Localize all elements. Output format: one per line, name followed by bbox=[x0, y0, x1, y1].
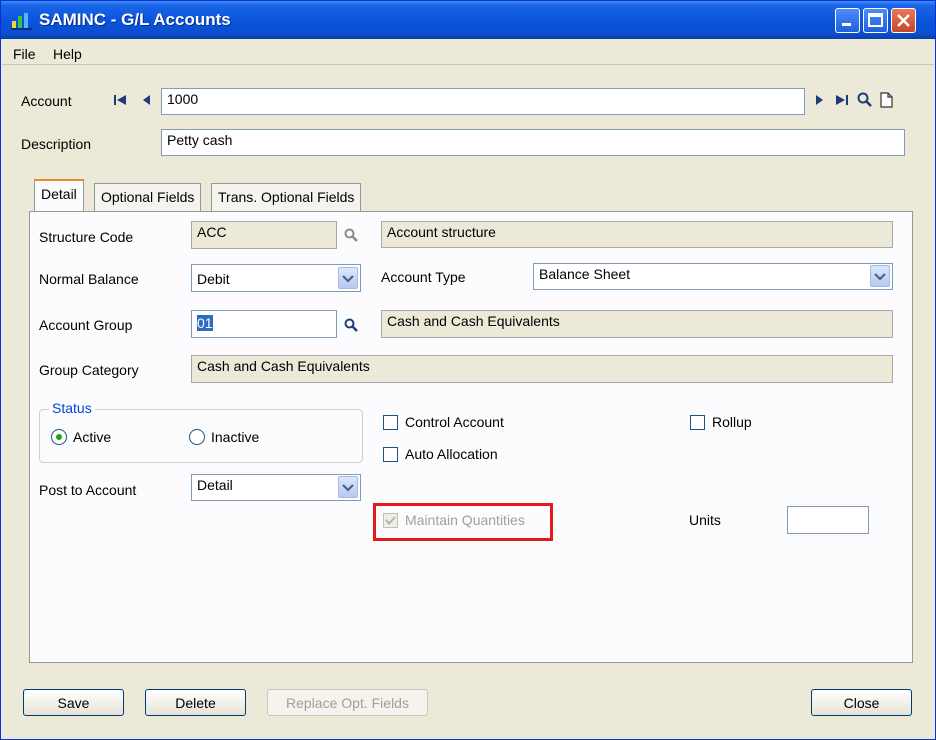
rollup-checkbox[interactable] bbox=[690, 415, 705, 430]
auto-allocation-checkbox[interactable] bbox=[383, 447, 398, 462]
status-inactive-radio[interactable] bbox=[189, 429, 205, 445]
menu-help[interactable]: Help bbox=[53, 46, 82, 62]
account-type-select[interactable]: Balance Sheet bbox=[533, 263, 893, 290]
account-group-input[interactable]: 01 bbox=[191, 310, 337, 338]
menu-file[interactable]: File bbox=[13, 46, 36, 62]
post-to-account-dropdown[interactable] bbox=[338, 476, 358, 498]
description-label: Description bbox=[21, 136, 92, 152]
new-record-icon[interactable] bbox=[879, 92, 893, 111]
group-category-field: Cash and Cash Equivalents bbox=[191, 355, 893, 383]
account-group-description-field: Cash and Cash Equivalents bbox=[381, 310, 893, 338]
delete-button[interactable]: Delete bbox=[145, 689, 246, 716]
units-input[interactable] bbox=[787, 506, 869, 534]
tab-trans-optional-fields-label: Trans. Optional Fields bbox=[218, 189, 355, 205]
structure-code-label: Structure Code bbox=[39, 229, 134, 245]
post-to-account-select[interactable]: Detail bbox=[191, 474, 361, 501]
account-label: Account bbox=[21, 93, 72, 109]
tab-optional-fields[interactable]: Optional Fields bbox=[94, 183, 202, 211]
status-active-label[interactable]: Active bbox=[73, 429, 111, 445]
save-button[interactable]: Save bbox=[23, 689, 124, 716]
close-window-button[interactable] bbox=[891, 8, 916, 33]
tab-trans-optional-fields[interactable]: Trans. Optional Fields bbox=[211, 183, 362, 211]
control-account-checkbox[interactable] bbox=[383, 415, 398, 430]
auto-allocation-label[interactable]: Auto Allocation bbox=[405, 446, 498, 462]
next-record-icon[interactable] bbox=[814, 94, 824, 109]
post-to-account-label: Post to Account bbox=[39, 482, 137, 498]
structure-code-field: ACC bbox=[191, 221, 337, 249]
status-group-title: Status bbox=[49, 400, 95, 416]
normal-balance-dropdown[interactable] bbox=[338, 267, 358, 289]
menu-bar bbox=[2, 39, 934, 65]
maintain-quantities-highlight bbox=[373, 503, 553, 541]
control-account-label[interactable]: Control Account bbox=[405, 414, 504, 430]
previous-record-icon[interactable] bbox=[142, 94, 152, 109]
status-inactive-label[interactable]: Inactive bbox=[211, 429, 259, 445]
account-group-finder-icon[interactable] bbox=[344, 318, 358, 335]
close-button[interactable]: Close bbox=[811, 689, 912, 716]
tab-detail-label: Detail bbox=[41, 186, 77, 202]
description-input[interactable]: Petty cash bbox=[161, 129, 905, 156]
account-type-label: Account Type bbox=[381, 269, 466, 285]
structure-finder-icon bbox=[344, 228, 358, 245]
gl-accounts-window: SAMINC - G/L Accounts File Help Account … bbox=[0, 0, 936, 740]
window-title: SAMINC - G/L Accounts bbox=[39, 10, 231, 29]
title-bar[interactable]: SAMINC - G/L Accounts bbox=[1, 1, 935, 39]
units-label: Units bbox=[689, 512, 721, 528]
account-group-label: Account Group bbox=[39, 317, 133, 333]
finder-search-icon[interactable] bbox=[857, 92, 872, 110]
minimize-button[interactable] bbox=[835, 8, 860, 33]
normal-balance-select[interactable]: Debit bbox=[191, 264, 361, 292]
rollup-label[interactable]: Rollup bbox=[712, 414, 752, 430]
first-record-icon[interactable] bbox=[114, 94, 128, 109]
group-category-label: Group Category bbox=[39, 362, 139, 378]
replace-opt-fields-button[interactable]: Replace Opt. Fields bbox=[267, 689, 428, 716]
maximize-button[interactable] bbox=[863, 8, 888, 33]
structure-description-field: Account structure bbox=[381, 221, 893, 248]
tab-detail[interactable]: Detail bbox=[34, 179, 84, 212]
account-type-dropdown[interactable] bbox=[870, 265, 890, 287]
normal-balance-label: Normal Balance bbox=[39, 271, 139, 287]
last-record-icon[interactable] bbox=[835, 94, 849, 109]
account-input[interactable]: 1000 bbox=[161, 88, 805, 115]
app-icon bbox=[11, 12, 33, 30]
status-active-radio[interactable] bbox=[51, 429, 67, 445]
tab-optional-fields-label: Optional Fields bbox=[101, 189, 195, 205]
account-group-value: 01 bbox=[197, 315, 213, 331]
